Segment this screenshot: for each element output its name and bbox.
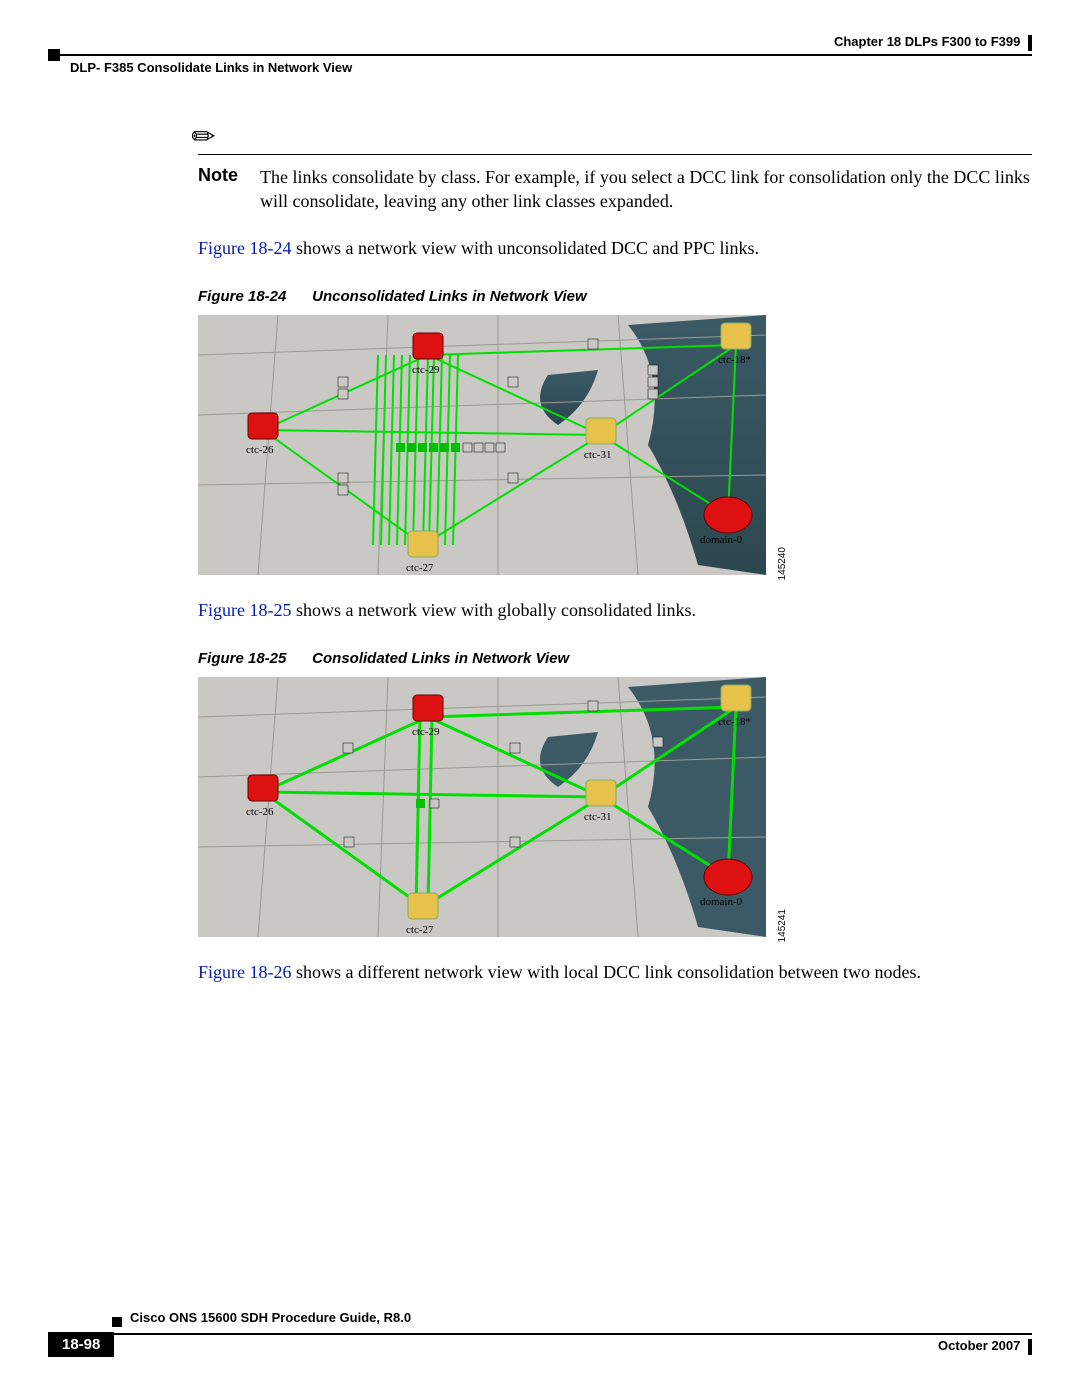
svg-text:ctc-31: ctc-31 xyxy=(584,811,611,823)
footer-date-text: October 2007 xyxy=(938,1338,1020,1353)
footer-title: Cisco ONS 15600 SDH Procedure Guide, R8.… xyxy=(130,1310,411,1325)
header-bar-icon xyxy=(1028,35,1032,51)
figure-ref-24[interactable]: Figure 18-24 xyxy=(198,238,292,258)
note-text: The links consolidate by class. For exam… xyxy=(260,165,1032,214)
svg-text:ctc-29: ctc-29 xyxy=(412,726,440,738)
header-square-icon xyxy=(48,49,60,61)
paragraph-3: Figure 18-26 shows a different network v… xyxy=(198,960,1032,984)
content: ✎ Note The links consolidate by class. F… xyxy=(198,120,1032,1002)
footer-bar-icon xyxy=(1028,1339,1032,1355)
figure-24: ctc-29 ctc-18* ctc-26 ctc-31 ctc-27 doma… xyxy=(198,315,766,580)
paragraph-1-rest: shows a network view with unconsolidated… xyxy=(292,238,759,258)
svg-text:ctc-18*: ctc-18* xyxy=(718,716,751,728)
figure-25-title: Consolidated Links in Network View xyxy=(312,650,569,667)
header-section: DLP- F385 Consolidate Links in Network V… xyxy=(70,60,352,75)
svg-text:domain-0: domain-0 xyxy=(700,534,743,546)
figure-ref-25[interactable]: Figure 18-25 xyxy=(198,600,292,620)
figure-25-num: Figure 18-25 xyxy=(198,650,308,667)
footer-rule xyxy=(48,1333,1032,1335)
figure-24-image: ctc-29 ctc-18* ctc-26 ctc-31 ctc-27 doma… xyxy=(198,315,766,575)
footer-page-number: 18-98 xyxy=(48,1332,114,1357)
paragraph-2: Figure 18-25 shows a network view with g… xyxy=(198,598,1032,622)
figure-24-num: Figure 18-24 xyxy=(198,288,308,305)
svg-text:ctc-27: ctc-27 xyxy=(406,924,434,936)
figure-24-id: 145240 xyxy=(777,547,788,580)
header-chapter-text: Chapter 18 DLPs F300 to F399 xyxy=(834,34,1020,49)
pencil-icon: ✎ xyxy=(184,117,225,158)
figure-24-caption: Figure 18-24 Unconsolidated Links in Net… xyxy=(198,288,1032,305)
paragraph-1: Figure 18-24 shows a network view with u… xyxy=(198,236,1032,260)
svg-text:ctc-31: ctc-31 xyxy=(584,449,611,461)
page: Chapter 18 DLPs F300 to F399 DLP- F385 C… xyxy=(0,0,1080,1397)
figure-25: ctc-29 ctc-18* ctc-26 ctc-31 ctc-27 doma… xyxy=(198,677,766,942)
svg-text:ctc-26: ctc-26 xyxy=(246,806,274,818)
paragraph-3-rest: shows a different network view with loca… xyxy=(292,962,922,982)
figure-25-caption: Figure 18-25 Consolidated Links in Netwo… xyxy=(198,650,1032,667)
figure-24-title: Unconsolidated Links in Network View xyxy=(312,288,587,305)
note-block: Note The links consolidate by class. For… xyxy=(198,154,1032,214)
figure-ref-26[interactable]: Figure 18-26 xyxy=(198,962,292,982)
paragraph-2-rest: shows a network view with globally conso… xyxy=(292,600,696,620)
note-label: Note xyxy=(198,165,242,186)
figure-25-id: 145241 xyxy=(777,909,788,942)
svg-text:ctc-27: ctc-27 xyxy=(406,562,434,574)
header-chapter: Chapter 18 DLPs F300 to F399 xyxy=(834,34,1032,51)
svg-text:ctc-26: ctc-26 xyxy=(246,444,274,456)
svg-text:domain-0: domain-0 xyxy=(700,896,743,908)
footer-square-icon xyxy=(112,1317,122,1327)
svg-text:ctc-29: ctc-29 xyxy=(412,364,440,376)
footer-date: October 2007 xyxy=(938,1338,1032,1355)
svg-text:ctc-18*: ctc-18* xyxy=(718,354,751,366)
figure-25-image: ctc-29 ctc-18* ctc-26 ctc-31 ctc-27 doma… xyxy=(198,677,766,937)
header-rule xyxy=(48,54,1032,56)
